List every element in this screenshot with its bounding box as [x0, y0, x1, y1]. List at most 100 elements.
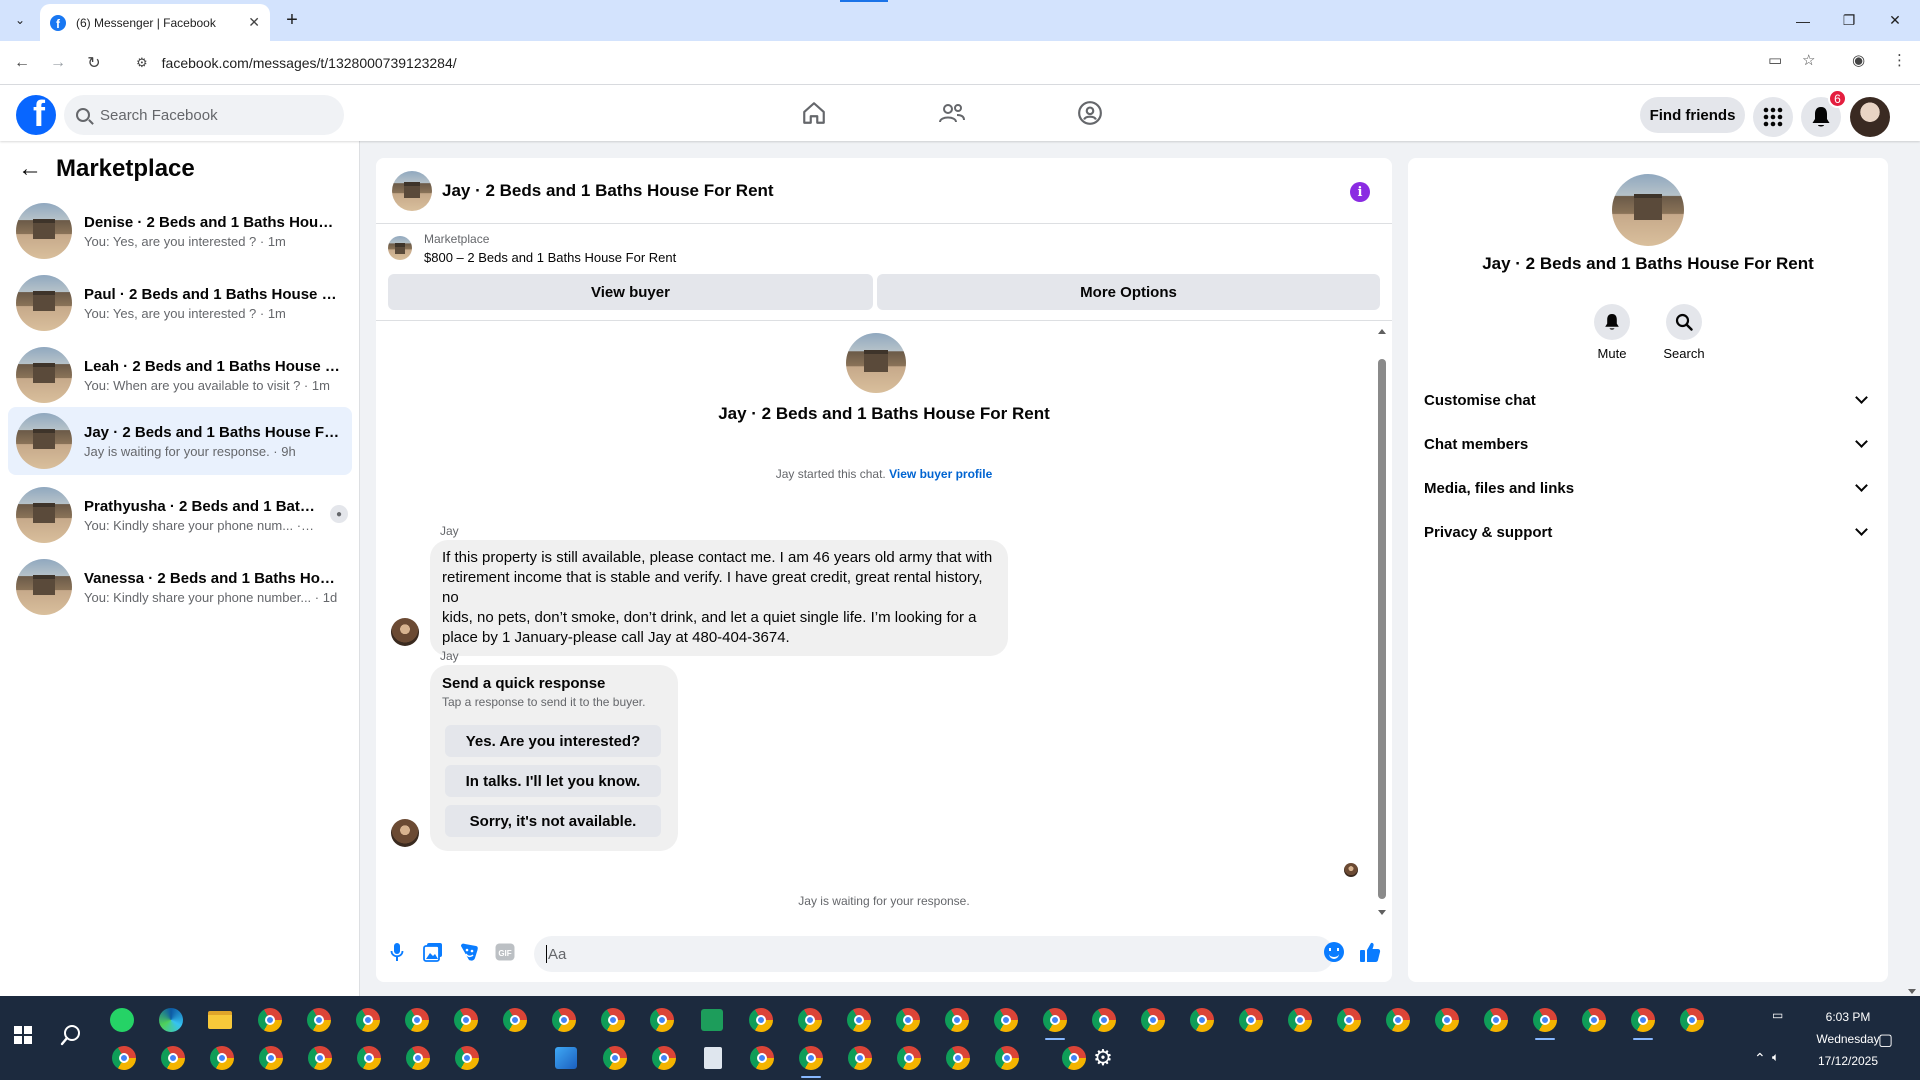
listing-thumbnail[interactable] — [392, 170, 432, 211]
quick-reply-button[interactable]: Yes. Are you interested? — [445, 725, 661, 757]
scroll-up-arrow-icon[interactable] — [1378, 329, 1386, 334]
search-icon[interactable] — [1666, 304, 1702, 340]
volume-icon[interactable]: 🔈︎ — [1772, 1050, 1779, 1065]
chrome-taskbar-item[interactable] — [1086, 1002, 1122, 1038]
chrome-taskbar-item[interactable] — [597, 1040, 633, 1076]
notification-center-icon[interactable]: ▢ — [1878, 1030, 1893, 1050]
chrome-taskbar-item[interactable] — [1037, 1002, 1073, 1040]
conversation-item[interactable]: Denise · 2 Beds and 1 Baths House ... Yo… — [8, 197, 352, 265]
url-bar[interactable]: ⚙ facebook.com/messages/t/13280007391232… — [124, 46, 1884, 80]
bookmark-star-icon[interactable]: ☆ — [1802, 51, 1815, 69]
chrome-taskbar-item[interactable] — [1184, 1002, 1220, 1038]
chrome-taskbar-item[interactable] — [793, 1040, 829, 1078]
chrome-taskbar-item[interactable] — [1380, 1002, 1416, 1038]
conversation-item[interactable]: Leah · 2 Beds and 1 Baths House F... You… — [8, 341, 352, 409]
close-tab-icon[interactable]: ✕ — [248, 14, 260, 31]
chrome-taskbar-item[interactable] — [1233, 1002, 1269, 1038]
chrome-taskbar-item[interactable] — [1478, 1002, 1514, 1038]
conversation-item-active[interactable]: Jay · 2 Beds and 1 Baths House For... Ja… — [8, 407, 352, 475]
chrome-taskbar-item[interactable] — [1576, 1002, 1612, 1038]
message-bubble[interactable]: If this property is still available, ple… — [430, 540, 1008, 656]
marketplace-listing-bar[interactable]: Marketplace $800 – 2 Beds and 1 Baths Ho… — [388, 232, 676, 265]
browser-menu-icon[interactable]: ⋮ — [1892, 51, 1907, 69]
chrome-taskbar-item[interactable] — [890, 1002, 926, 1038]
close-window-button[interactable]: ✕ — [1872, 0, 1918, 41]
scroll-down-arrow-icon[interactable] — [1908, 989, 1916, 994]
document-taskbar-item[interactable] — [695, 1040, 731, 1076]
chrome-taskbar-item[interactable] — [253, 1040, 289, 1076]
chrome-taskbar-item[interactable] — [351, 1040, 387, 1076]
chrome-taskbar-item[interactable] — [399, 1002, 435, 1038]
chrome-taskbar-item[interactable] — [646, 1040, 682, 1076]
media-files-links-section[interactable]: Media, files and links — [1424, 466, 1872, 510]
chrome-taskbar-item[interactable] — [842, 1040, 878, 1076]
chrome-taskbar-item[interactable] — [1135, 1002, 1171, 1038]
windows-start-icon[interactable] — [14, 1026, 32, 1044]
chat-scrollbar[interactable] — [1378, 325, 1386, 915]
chrome-taskbar-item[interactable] — [1674, 1002, 1710, 1038]
quick-reply-button[interactable]: Sorry, it's not available. — [445, 805, 661, 837]
chrome-taskbar-item[interactable] — [400, 1040, 436, 1076]
chrome-taskbar-item[interactable] — [1282, 1002, 1318, 1038]
conversation-item[interactable]: Vanessa · 2 Beds and 1 Baths Hous... You… — [8, 553, 352, 621]
sender-avatar[interactable] — [391, 819, 419, 847]
bell-icon[interactable] — [1594, 304, 1630, 340]
chrome-taskbar-item[interactable] — [546, 1002, 582, 1038]
chrome-taskbar-item[interactable] — [989, 1040, 1025, 1076]
restore-button[interactable]: ❐ — [1826, 0, 1872, 41]
chrome-taskbar-item[interactable] — [988, 1002, 1024, 1038]
customise-chat-section[interactable]: Customise chat — [1424, 378, 1872, 422]
chrome-taskbar-item[interactable] — [302, 1040, 338, 1076]
chat-members-section[interactable]: Chat members — [1424, 422, 1872, 466]
taskbar-search-icon[interactable] — [60, 1024, 82, 1046]
chrome-taskbar-item[interactable] — [350, 1002, 386, 1038]
microphone-icon[interactable] — [385, 940, 409, 964]
photo-icon[interactable] — [421, 940, 445, 964]
chrome-taskbar-item[interactable] — [644, 1002, 680, 1038]
show-hidden-icons-icon[interactable]: ⌃ — [1754, 1050, 1766, 1067]
profile-icon[interactable]: ◉ — [1852, 51, 1865, 69]
privacy-support-section[interactable]: Privacy & support — [1424, 510, 1872, 554]
message-input[interactable]: Aa — [534, 936, 1334, 972]
install-app-icon[interactable]: ▭ — [1768, 51, 1782, 69]
scroll-down-arrow-icon[interactable] — [1378, 910, 1386, 915]
quick-reply-button[interactable]: In talks. I'll let you know. — [445, 765, 661, 797]
more-options-button[interactable]: More Options — [877, 274, 1380, 310]
chrome-taskbar-item[interactable] — [204, 1040, 240, 1076]
clock-time[interactable]: 6:03 PM — [1808, 1010, 1888, 1024]
friends-icon[interactable] — [938, 99, 966, 127]
find-friends-button[interactable]: Find friends — [1640, 97, 1745, 133]
whatsapp-taskbar-item[interactable] — [104, 1002, 140, 1038]
settings-taskbar-item[interactable]: ⚙ — [1085, 1040, 1121, 1076]
info-icon[interactable]: i — [1350, 182, 1370, 202]
gif-icon[interactable]: GIF — [493, 940, 517, 964]
chrome-taskbar-item[interactable] — [841, 1002, 877, 1038]
app-taskbar-item[interactable] — [548, 1040, 584, 1076]
reload-button[interactable]: ↻ — [82, 51, 106, 75]
network-icon[interactable]: ▭ — [1772, 1008, 1783, 1022]
new-tab-button[interactable]: + — [280, 8, 304, 32]
groups-icon[interactable] — [1076, 99, 1104, 127]
chrome-taskbar-item[interactable] — [1429, 1002, 1465, 1038]
chrome-taskbar-item[interactable] — [1625, 1002, 1661, 1040]
chrome-taskbar-item[interactable] — [301, 1002, 337, 1038]
chrome-taskbar-item[interactable] — [106, 1040, 142, 1076]
tab-search-chevron-icon[interactable]: ⌄ — [8, 8, 32, 32]
menu-grid-icon[interactable] — [1753, 97, 1793, 137]
clock-day[interactable]: Wednesday — [1808, 1032, 1888, 1046]
mute-action[interactable]: Mute — [1582, 304, 1642, 361]
emoji-icon[interactable] — [1324, 942, 1344, 962]
chat-title[interactable]: Jay · 2 Beds and 1 Baths House For Rent — [442, 181, 774, 201]
chrome-taskbar-item[interactable] — [1331, 1002, 1367, 1038]
edge-taskbar-item[interactable] — [153, 1002, 189, 1038]
minimize-button[interactable]: — — [1780, 0, 1826, 41]
home-icon[interactable] — [800, 99, 828, 127]
chrome-taskbar-item[interactable] — [1527, 1002, 1563, 1040]
chrome-taskbar-item[interactable] — [891, 1040, 927, 1076]
page-scrollbar[interactable] — [1904, 85, 1920, 996]
thumbs-up-icon[interactable] — [1358, 940, 1382, 964]
clock-date[interactable]: 17/12/2025 — [1808, 1054, 1888, 1068]
chrome-taskbar-item[interactable] — [940, 1040, 976, 1076]
chrome-taskbar-item[interactable] — [449, 1040, 485, 1076]
chrome-taskbar-item[interactable] — [252, 1002, 288, 1038]
